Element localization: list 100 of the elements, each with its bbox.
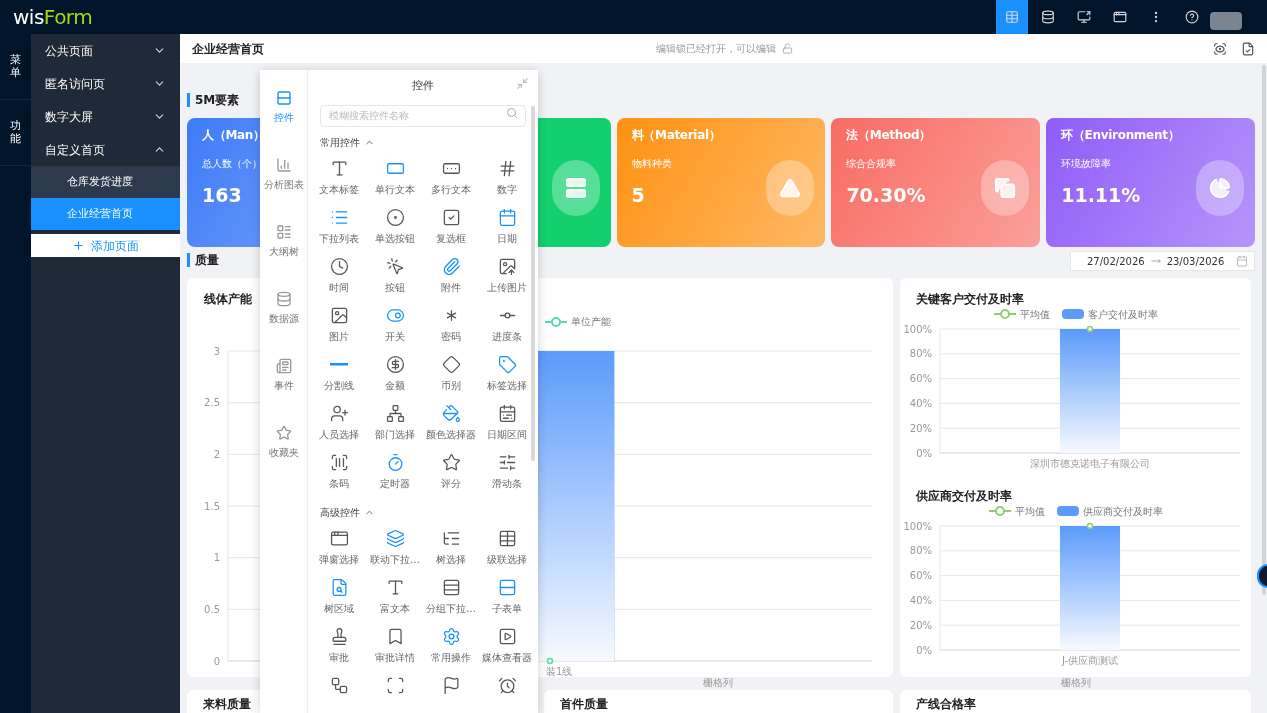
panel-nav-tab[interactable]: 分析图表 [260,155,307,222]
page-title: 企业经营首页 [192,40,264,58]
widget-item[interactable]: 条码 [311,447,367,496]
widget-item[interactable]: 滑动条 [479,447,535,496]
widget-item[interactable]: 开关 [367,300,423,349]
widget-item[interactable]: 文本标签 [311,153,367,202]
widget-item[interactable]: 图片 [311,300,367,349]
user-add-icon [329,403,349,423]
widget-item[interactable]: 单选按钮 [367,202,423,251]
axis-label: 0 [213,655,220,666]
gear-icon [441,626,461,646]
axis-label: 60% [909,570,932,582]
layers-icon [385,528,405,548]
category-label: 深圳市德克诺电子有限公司 [1030,458,1150,469]
sliders-icon [497,452,517,472]
pie-chart-icon [1209,177,1231,199]
widget-item[interactable]: 日期区间 [479,398,535,447]
legend-label: 平均值 [1019,307,1050,322]
widget-item[interactable]: 弹窗选择 [311,523,367,572]
outline-icon [275,224,292,240]
panel-nav-tab[interactable]: 事件 [260,356,307,423]
screen-icon [1077,10,1091,24]
widget-item[interactable]: 金额 [367,349,423,398]
group-header[interactable]: 常用控件 [320,134,375,150]
widget-item[interactable]: 人员选择 [311,398,367,447]
panel-nav-tab[interactable]: 收藏夹 [260,423,307,490]
workflow-icon[interactable] [329,676,349,695]
star-icon [441,452,461,472]
axis-label: 20% [909,422,932,434]
panel-nav-tab[interactable]: 数据源 [260,289,307,356]
widget-item[interactable]: 上传图片 [479,251,535,300]
database-icon [275,291,292,307]
widget-item[interactable]: 审批 [311,621,367,670]
widget-item[interactable]: 数字 [479,153,535,202]
widget-item[interactable]: 日期 [479,202,535,251]
axis-label: 1.5 [204,500,220,511]
card-label: 综合合规率 [846,157,897,171]
image-icon [329,305,349,325]
widget-item[interactable]: 进度条 [479,300,535,349]
rows-icon [275,90,292,106]
scrollbar[interactable] [531,106,535,461]
menu-item[interactable]: 数字大屏 [31,100,180,133]
widget-item[interactable]: 媒体查看器 [479,621,535,670]
widget-item[interactable]: 复选框 [423,202,479,251]
search-field[interactable]: 模糊搜索控件名称 [320,104,526,127]
widget-item[interactable]: 下拉列表 [311,202,367,251]
menu-item[interactable]: 自定义首页 [31,133,180,166]
group-header[interactable]: 高级控件 [320,504,375,520]
network-icon [385,403,405,423]
widget-item[interactable]: 富文本 [367,572,423,621]
preview-icon[interactable] [1213,41,1227,56]
panel-nav-tab[interactable]: 大纲树 [260,222,307,289]
widget-item[interactable]: 密码 [423,300,479,349]
chart-title: 关键客户交付及时率 [916,291,1024,305]
logo: wisForm [13,7,93,27]
widget-item[interactable]: 分割线 [311,349,367,398]
widget-item[interactable]: 常用操作 [423,621,479,670]
widget-item[interactable]: 按钮 [367,251,423,300]
widget-item[interactable]: 级联选择 [479,523,535,572]
axis-label: 20% [909,619,932,631]
widget-item[interactable]: 分组下拉… [423,572,479,621]
card-label: 物料种类 [631,157,672,171]
card-title: 料（Material） [631,127,721,144]
widget-item[interactable]: 标签选择 [479,349,535,398]
widget-item[interactable]: 树选择 [423,523,479,572]
widget-item[interactable]: 多行文本 [423,153,479,202]
widget-item[interactable]: 子表单 [479,572,535,621]
section-title: 5M要素 [195,92,240,109]
clock-icon [329,256,349,276]
widget-item[interactable]: 联动下拉… [367,523,423,572]
rail-tab[interactable]: 功能 [10,120,21,145]
chart-title: 来料质量 [203,696,251,713]
paperclip-icon [441,256,461,276]
widget-item[interactable]: 评分 [423,447,479,496]
add-page-button[interactable]: 添加页面 [31,234,180,257]
chart-title: 首件质量 [560,696,608,713]
save-icon[interactable] [1241,41,1255,56]
scan-icon[interactable] [385,676,405,695]
menu-subitem[interactable]: 仓库发货进度 [31,166,180,198]
widget-item[interactable]: 时间 [311,251,367,300]
calendar-icon [497,207,517,227]
grid-column-label: 栅格列 [1060,677,1091,689]
chart-title: 供应商交付及时率 [916,488,1012,502]
menu-item[interactable]: 匿名访问页 [31,67,180,100]
axis-label: 0% [916,447,932,459]
widget-item[interactable]: 单行文本 [367,153,423,202]
widget-item[interactable]: 定时器 [367,447,423,496]
legend-label: 供应商交付及时率 [1082,504,1163,519]
widget-item[interactable]: 附件 [423,251,479,300]
widget-item[interactable]: 树区域 [311,572,367,621]
menu-item[interactable]: 公共页面 [31,34,180,67]
rail-tab[interactable]: 菜单 [10,54,21,79]
date-range-picker[interactable]: 27/02/2026 23/03/2026 [1070,251,1255,271]
widget-item[interactable]: 币别 [423,349,479,398]
image-upload-icon [497,256,517,276]
card-value: 11.11% [1061,183,1141,208]
alarm-clock-icon[interactable] [497,676,517,695]
widget-item[interactable]: 颜色选择器 [423,398,479,447]
widget-item[interactable]: 部门选择 [367,398,423,447]
widget-item[interactable]: 审批详情 [367,621,423,670]
